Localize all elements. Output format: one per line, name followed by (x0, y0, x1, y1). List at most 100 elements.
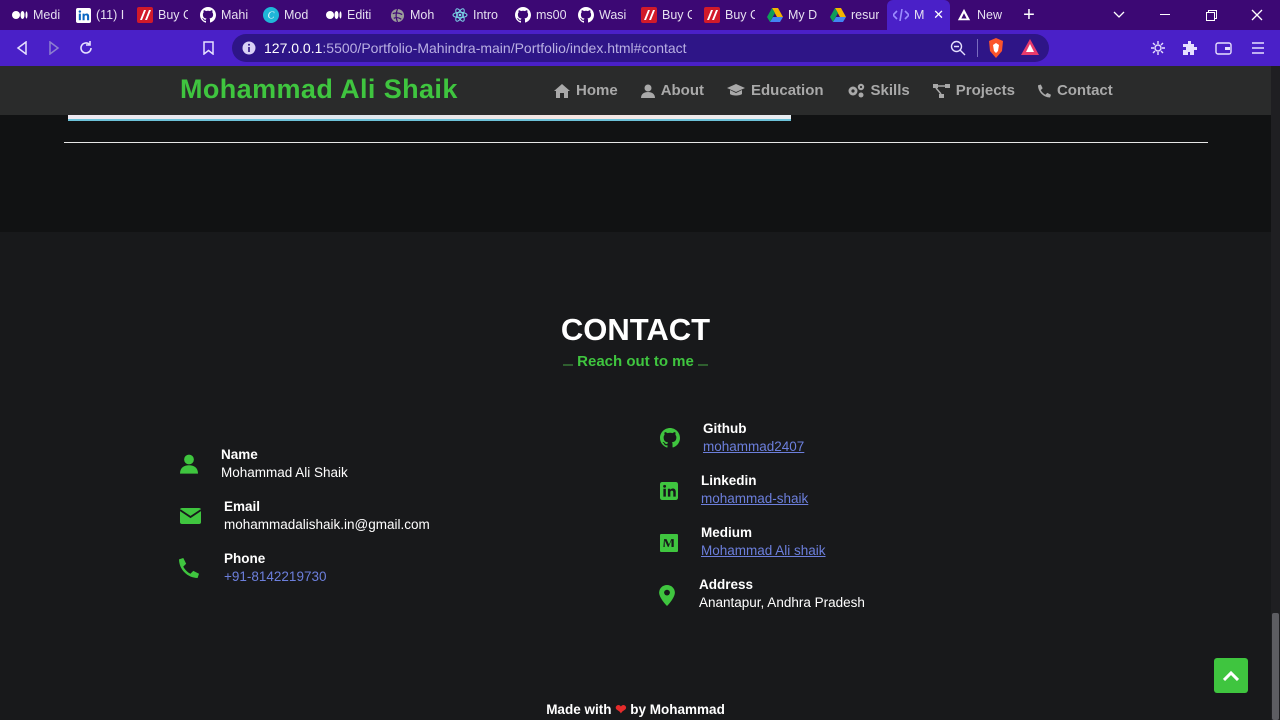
browser-tab[interactable]: Buy C (635, 0, 698, 30)
tab-title: resur (851, 8, 880, 22)
tab-title: ms00 (536, 8, 566, 22)
page-scrollbar-thumb[interactable] (1272, 613, 1279, 720)
tab-title: Buy C (662, 8, 692, 22)
tab-title: New (977, 8, 1003, 22)
globe-icon (389, 7, 405, 23)
wallet-icon[interactable] (1207, 32, 1239, 64)
browser-toolbar: 127.0.0.1:5500/Portfolio-Mahindra-main/P… (0, 30, 1280, 66)
bookmark-icon[interactable] (192, 32, 224, 64)
nav-contact[interactable]: Contact (1037, 82, 1113, 99)
contact-github-link[interactable]: mohammad2407 (703, 439, 804, 454)
back-button[interactable] (6, 32, 38, 64)
code-icon (893, 7, 909, 23)
phone-icon (1037, 84, 1051, 97)
phone-icon (177, 556, 201, 580)
nav-projects[interactable]: Projects (932, 82, 1015, 99)
site-info-icon[interactable] (242, 41, 256, 55)
close-tab-icon[interactable]: ✕ (933, 7, 944, 23)
browser-tab[interactable]: Buy C (698, 0, 761, 30)
envelope-icon (178, 504, 202, 528)
browser-tab[interactable]: (11) I (69, 0, 131, 30)
browser-tab[interactable]: New (950, 0, 1013, 30)
restore-icon[interactable] (1188, 0, 1234, 30)
footer-author: by Mohammad (630, 702, 725, 717)
tab-search-icon[interactable] (1096, 0, 1142, 30)
linkedin-icon (657, 479, 681, 503)
extensions-icon[interactable] (1174, 32, 1206, 64)
minimize-icon[interactable] (1142, 0, 1188, 30)
drive-icon (830, 7, 846, 23)
tab-title: Moh (410, 8, 435, 22)
subtitle-dash-right (698, 364, 708, 366)
contact-email-label: Email (224, 499, 261, 514)
tab-title: (11) I (96, 8, 125, 22)
zoom-icon[interactable] (950, 40, 966, 61)
nav-skills[interactable]: Skills (847, 82, 910, 99)
browser-tab[interactable]: C Mod (257, 0, 320, 30)
shop-icon (641, 7, 657, 23)
leo-ai-icon[interactable] (1142, 32, 1174, 64)
contact-email-value[interactable]: mohammadalishaik.in@gmail.com (224, 517, 430, 532)
browser-tab[interactable]: Buy C (131, 0, 194, 30)
browser-tab-bar: Medi (11) I Buy C Mahi C Mod Editi Moh I (0, 0, 1280, 30)
contact-address-label: Address (699, 577, 754, 592)
react-icon (452, 7, 468, 23)
site-brand[interactable]: Mohammad Ali Shaik (180, 74, 458, 105)
browser-tab-active[interactable]: M ✕ (887, 0, 950, 30)
browser-tab[interactable]: My D (761, 0, 824, 30)
graduation-cap-icon (727, 84, 746, 96)
browser-tab[interactable]: Wasi (572, 0, 635, 30)
nav-about-label: About (660, 82, 705, 99)
svg-text:C: C (268, 11, 275, 22)
address-bar[interactable]: 127.0.0.1:5500/Portfolio-Mahindra-main/P… (232, 34, 1049, 62)
browser-tab[interactable]: Moh (383, 0, 446, 30)
url-text: 127.0.0.1:5500/Portfolio-Mahindra-main/P… (264, 40, 687, 56)
contact-linkedin-link[interactable]: mohammad-shaik (701, 491, 808, 506)
webpage: Mohammad Ali Shaik Home About Education … (0, 66, 1271, 720)
section-divider (64, 142, 1208, 143)
github-icon (658, 426, 682, 450)
contact-medium-link[interactable]: Mohammad Ali shaik (701, 543, 826, 558)
browser-tab[interactable]: resur (824, 0, 887, 30)
tab-title: M (914, 8, 925, 22)
nav-home-label: Home (576, 82, 618, 99)
tab-title: Intro (473, 8, 499, 22)
footer: Made with ❤ by Mohammad (0, 702, 1271, 718)
browser-tab[interactable]: ms00 (509, 0, 572, 30)
heart-icon: ❤ (615, 702, 627, 717)
nav-education[interactable]: Education (727, 82, 824, 99)
footer-made-with: Made with (546, 702, 612, 717)
tab-title: My D (788, 8, 818, 22)
linkedin-icon (75, 7, 91, 23)
nav-home[interactable]: Home (554, 82, 618, 99)
forward-button[interactable] (38, 32, 70, 64)
menu-icon[interactable] (1242, 32, 1274, 64)
brave-icon (956, 7, 972, 23)
nav-skills-label: Skills (870, 82, 910, 99)
project-diagram-icon (932, 83, 950, 98)
browser-tab[interactable]: Mahi (194, 0, 257, 30)
contact-subtitle: Reach out to me (577, 353, 694, 370)
contact-phone-value[interactable]: +91-8142219730 (224, 569, 326, 584)
github-icon (200, 7, 216, 23)
tab-title: Buy C (725, 8, 755, 22)
brave-shields-icon[interactable] (987, 38, 1005, 63)
nav-about[interactable]: About (640, 82, 705, 99)
contact-phone-label: Phone (224, 551, 266, 566)
reload-button[interactable] (70, 32, 102, 64)
divider (977, 39, 978, 57)
medium-icon (326, 7, 342, 23)
tab-title: Buy C (158, 8, 188, 22)
contact-name-value: Mohammad Ali Shaik (221, 465, 348, 480)
tab-title: Medi (33, 8, 61, 22)
browser-tab[interactable]: Medi (6, 0, 69, 30)
scroll-to-top-button[interactable] (1214, 658, 1248, 693)
tab-title: Mahi (221, 8, 249, 22)
contact-github-label: Github (703, 421, 747, 436)
nav-contact-label: Contact (1056, 82, 1113, 99)
close-window-icon[interactable] (1234, 0, 1280, 30)
browser-tab[interactable]: Editi (320, 0, 383, 30)
browser-tab[interactable]: Intro (446, 0, 509, 30)
brave-rewards-icon[interactable] (1021, 39, 1039, 60)
new-tab-button[interactable]: + (1013, 0, 1045, 30)
